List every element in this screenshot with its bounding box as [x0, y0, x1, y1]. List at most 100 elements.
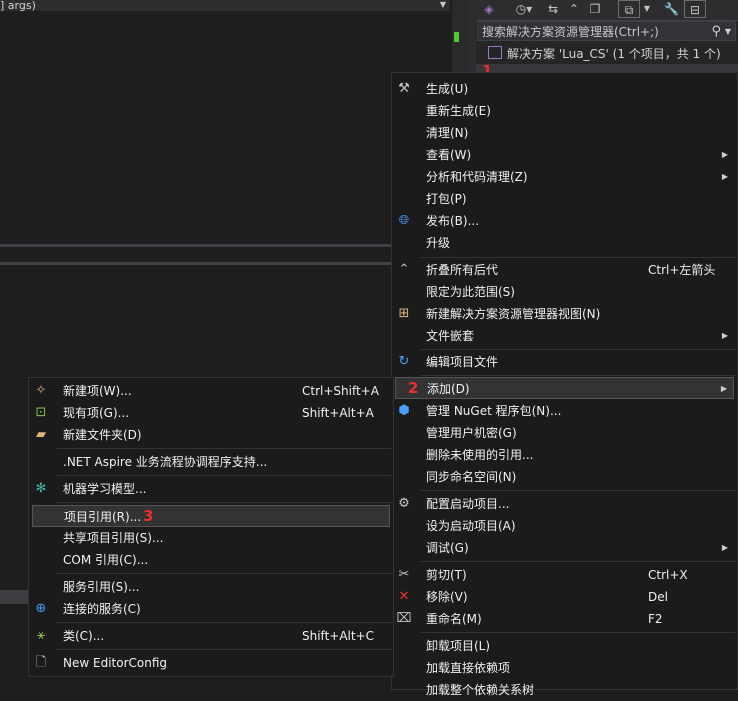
remove-icon: ✕ [398, 589, 410, 604]
menu-item-remove[interactable]: ✕ 移除(V) Del [392, 586, 737, 608]
menu-item-cut[interactable]: ✂ 剪切(T) Ctrl+X [392, 564, 737, 586]
scissors-icon: ✂ [398, 567, 410, 582]
edit-file-icon: ↻ [398, 354, 410, 369]
globe-icon: 🌐︎ [398, 213, 410, 228]
search-icon[interactable]: ⚲ [711, 22, 721, 42]
menu-separator [420, 490, 735, 491]
copy-icon[interactable]: ❐ [588, 0, 602, 18]
sync-icon[interactable]: ⇆ [546, 0, 560, 18]
editorconfig-icon: 🗋 [35, 655, 47, 670]
menu-item-new-view[interactable]: ⊞ 新建解决方案资源管理器视图(N) [392, 303, 737, 325]
menu-item-scope[interactable]: 限定为此范围(S) [392, 281, 737, 303]
step-annotation-2: 2 [408, 379, 419, 397]
new-view-icon: ⊞ [398, 306, 410, 321]
new-item-icon: ✧ [35, 383, 47, 398]
submenu-arrow-icon: ▶ [721, 172, 728, 181]
existing-item-icon: ⊡ [35, 405, 47, 420]
menu-separator [57, 475, 391, 476]
menu-item-manage-nuget[interactable]: ⬢ 管理 NuGet 程序包(N)... [392, 400, 737, 422]
menu-item-view[interactable]: 查看(W) ▶ [392, 144, 737, 166]
menu-item-collapse-all[interactable]: ⌃ 折叠所有后代 Ctrl+左箭头 [392, 259, 737, 281]
solution-icon [488, 46, 502, 59]
submenu-arrow-icon: ▶ [721, 331, 728, 340]
code-editor[interactable] [0, 0, 452, 245]
menu-item-debug[interactable]: 调试(G) ▶ [392, 537, 737, 559]
wrench-icon[interactable]: 🔧 [664, 0, 679, 18]
submenu-item-shared-project-reference[interactable]: 共享项目引用(S)... [29, 527, 393, 549]
submenu-item-service-reference[interactable]: 服务引用(S)... [29, 576, 393, 598]
submenu-item-existing-item[interactable]: ⊡ 现有项(G)... Shift+Alt+A [29, 402, 393, 424]
class-icon: ⚹ [37, 628, 45, 643]
submenu-item-com-reference[interactable]: COM 引用(C)... [29, 549, 393, 571]
submenu-arrow-icon: ▶ [721, 543, 728, 552]
menu-item-rebuild[interactable]: 重新生成(E) [392, 100, 737, 122]
menu-item-rename[interactable]: ⌧ 重命名(M) F2 [392, 608, 737, 630]
project-context-menu: ⚒ 生成(U) 重新生成(E) 清理(N) 查看(W) ▶ 分析和代码清理(Z) ▶ … [391, 72, 738, 697]
add-submenu: ✧ 新建项(W)... Ctrl+Shift+A ⊡ 现有项(G)... Shift+A… [28, 377, 394, 677]
menu-item-clean[interactable]: 清理(N) [392, 122, 737, 144]
menu-separator [420, 257, 735, 258]
submenu-arrow-icon: ▶ [721, 150, 728, 159]
menu-item-set-startup[interactable]: 设为启动项目(A) [392, 515, 737, 537]
menu-separator [57, 448, 391, 449]
submenu-item-connected-services[interactable]: ⊕ 连接的服务(C) [29, 598, 393, 620]
connected-service-icon: ⊕ [35, 601, 47, 616]
menu-item-file-nesting[interactable]: 文件嵌套 ▶ [392, 325, 737, 347]
menu-item-load-direct-deps[interactable]: 加载直接依赖项 [392, 657, 737, 679]
menu-item-analyze[interactable]: 分析和代码清理(Z) ▶ [392, 166, 737, 188]
search-placeholder: 搜索解决方案资源管理器(Ctrl+;) [482, 25, 659, 39]
menu-item-configure-startup[interactable]: ⚙ 配置启动项目... [392, 493, 737, 515]
rename-icon: ⌧ [396, 611, 412, 626]
menu-item-remove-unused-refs[interactable]: 删除未使用的引用... [392, 444, 737, 466]
menu-item-upgrade[interactable]: 升级 [392, 232, 737, 254]
menu-separator [420, 561, 735, 562]
menu-separator [57, 622, 391, 623]
filter-icon[interactable]: ⧉ [618, 0, 640, 18]
submenu-item-project-reference[interactable]: 项目引用(R)... [32, 505, 390, 527]
collapse-icon[interactable]: ⌃ [567, 0, 581, 18]
menu-item-sync-namespaces[interactable]: 同步命名空间(N) [392, 466, 737, 488]
menu-item-user-secrets[interactable]: 管理用户机密(G) [392, 422, 737, 444]
submenu-item-ml-model[interactable]: ✻ 机器学习模型... [29, 478, 393, 500]
submenu-item-editorconfig[interactable]: 🗋 New EditorConfig [29, 652, 393, 674]
solution-node[interactable]: 解决方案 'Lua_CS' (1 个项目，共 1 个) [488, 45, 738, 63]
horizontal-scrollbar[interactable] [0, 590, 30, 604]
scroll-marker [454, 32, 459, 42]
menu-item-publish[interactable]: 🌐︎ 发布(B)... [392, 210, 737, 232]
chevron-down-icon: ▼ [439, 0, 446, 9]
submenu-item-new-folder[interactable]: ▰ 新建文件夹(D) [29, 424, 393, 446]
build-icon: ⚒ [398, 81, 410, 96]
preview-icon[interactable]: ⊟ [684, 0, 706, 18]
nuget-icon: ⬢ [398, 403, 410, 418]
submenu-item-new-item[interactable]: ✧ 新建项(W)... Ctrl+Shift+A [29, 380, 393, 402]
menu-separator [57, 502, 391, 503]
step-annotation-3: 3 [143, 507, 154, 525]
member-dropdown[interactable]: ] args) ▼ [0, 0, 450, 11]
menu-item-add[interactable]: 添加(D) ▶ [395, 377, 734, 399]
menu-item-unload-project[interactable]: 卸载项目(L) [392, 635, 737, 657]
menu-separator [57, 649, 391, 650]
solution-explorer-toolbar: ◈ ◷▾ ⇆ ⌃ ❐ ⧉ ▼ 🔧 ⊟ [476, 0, 738, 21]
gear-icon: ⚙ [398, 496, 410, 511]
menu-separator [57, 573, 391, 574]
vs-icon[interactable]: ◈ [482, 0, 496, 18]
submenu-item-class[interactable]: ⚹ 类(C)... Shift+Alt+C [29, 625, 393, 647]
menu-item-pack[interactable]: 打包(P) [392, 188, 737, 210]
menu-separator [420, 349, 735, 350]
menu-item-build[interactable]: ⚒ 生成(U) [392, 78, 737, 100]
chevron-down-icon[interactable]: ▼ [725, 22, 731, 42]
collapse-icon: ⌃ [398, 262, 410, 277]
submenu-arrow-icon: ▶ [720, 384, 727, 393]
menu-item-load-dep-tree[interactable]: 加载整个依赖关系树 [392, 679, 737, 701]
ml-model-icon: ✻ [35, 481, 47, 496]
history-icon[interactable]: ◷▾ [512, 0, 536, 18]
submenu-item-aspire[interactable]: .NET Aspire 业务流程协调程序支持... [29, 451, 393, 473]
menu-separator [420, 632, 735, 633]
menu-separator [420, 375, 735, 376]
chevron-down-icon[interactable]: ▼ [642, 0, 652, 18]
solution-label: 解决方案 'Lua_CS' (1 个项目，共 1 个) [507, 47, 721, 61]
menu-item-edit-project-file[interactable]: ↻ 编辑项目文件 [392, 351, 737, 373]
new-folder-icon: ▰ [36, 427, 46, 442]
solution-search-input[interactable]: 搜索解决方案资源管理器(Ctrl+;) ⚲ ▼ [477, 21, 736, 41]
member-dropdown-value: ] args) [0, 0, 36, 11]
